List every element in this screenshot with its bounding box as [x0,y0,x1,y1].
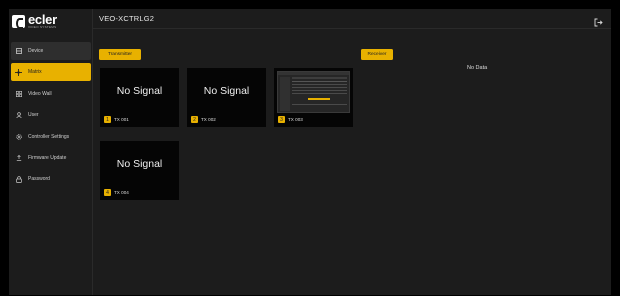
video-preview-thumbnail [277,71,350,113]
tx-card-2[interactable]: No Signal 2 TX 002 [187,68,266,127]
sidebar-item-matrix[interactable]: Matrix [11,63,91,82]
page-title: VEO-XCTRLG2 [99,14,155,23]
tx-name: TX 004 [114,190,129,195]
sidebar-item-label: Matrix [28,69,42,76]
sidebar-item-video-wall[interactable]: Video Wall [9,85,93,103]
gear-icon [14,133,23,140]
upload-icon [14,154,23,161]
videowall-icon [14,90,23,97]
sidebar-item-label: Video Wall [28,90,52,97]
tx-number-badge: 4 [104,189,111,196]
tx-name: TX 002 [201,117,216,122]
logout-icon[interactable] [594,14,603,27]
sidebar-item-label: Controller Settings [28,133,70,140]
ecler-logo-icon [12,14,25,29]
receiver-empty-text: No Data [467,65,488,71]
tx-number-badge: 3 [278,116,285,123]
sidebar: ecler VIDEO SYSTEMS Device Matrix Video … [9,9,93,295]
brand-logo: ecler VIDEO SYSTEMS [12,12,57,30]
sidebar-item-label: Firmware Update [28,154,67,161]
receiver-tab[interactable]: Receiver [361,49,393,60]
signal-status: No Signal [116,85,163,97]
tx-name: TX 003 [288,117,303,122]
matrix-panel: Transmitter Receiver No Data No Signal 1… [93,29,611,295]
sidebar-item-label: User [28,112,39,119]
sidebar-item-password[interactable]: Password [9,170,93,188]
lock-icon [14,176,23,183]
app-window: ecler VIDEO SYSTEMS Device Matrix Video … [9,9,611,295]
sidebar-item-device[interactable]: Device [11,42,91,60]
device-icon [14,48,23,54]
tx-number-badge: 1 [104,116,111,123]
user-icon [14,112,23,119]
transmitter-tab[interactable]: Transmitter [99,49,141,60]
sidebar-item-controller-settings[interactable]: Controller Settings [9,128,93,146]
sidebar-item-firmware-update[interactable]: Firmware Update [9,149,93,167]
sidebar-item-label: Device [28,48,44,54]
matrix-icon [14,68,23,76]
sidebar-item-label: Password [28,176,50,183]
tx-card-4[interactable]: No Signal 4 TX 004 [100,141,179,200]
tx-number-badge: 2 [191,116,198,123]
top-bar: VEO-XCTRLG2 [93,9,611,29]
sidebar-nav: Device Matrix Video Wall User Controller… [9,42,93,192]
brand-tagline: VIDEO SYSTEMS [28,25,57,29]
tx-name: TX 001 [114,117,129,122]
tx-card-1[interactable]: No Signal 1 TX 001 [100,68,179,127]
tx-card-3[interactable]: 3 TX 003 [274,68,353,127]
signal-status: No Signal [116,158,163,170]
sidebar-item-user[interactable]: User [9,106,93,124]
signal-status: No Signal [203,85,250,97]
